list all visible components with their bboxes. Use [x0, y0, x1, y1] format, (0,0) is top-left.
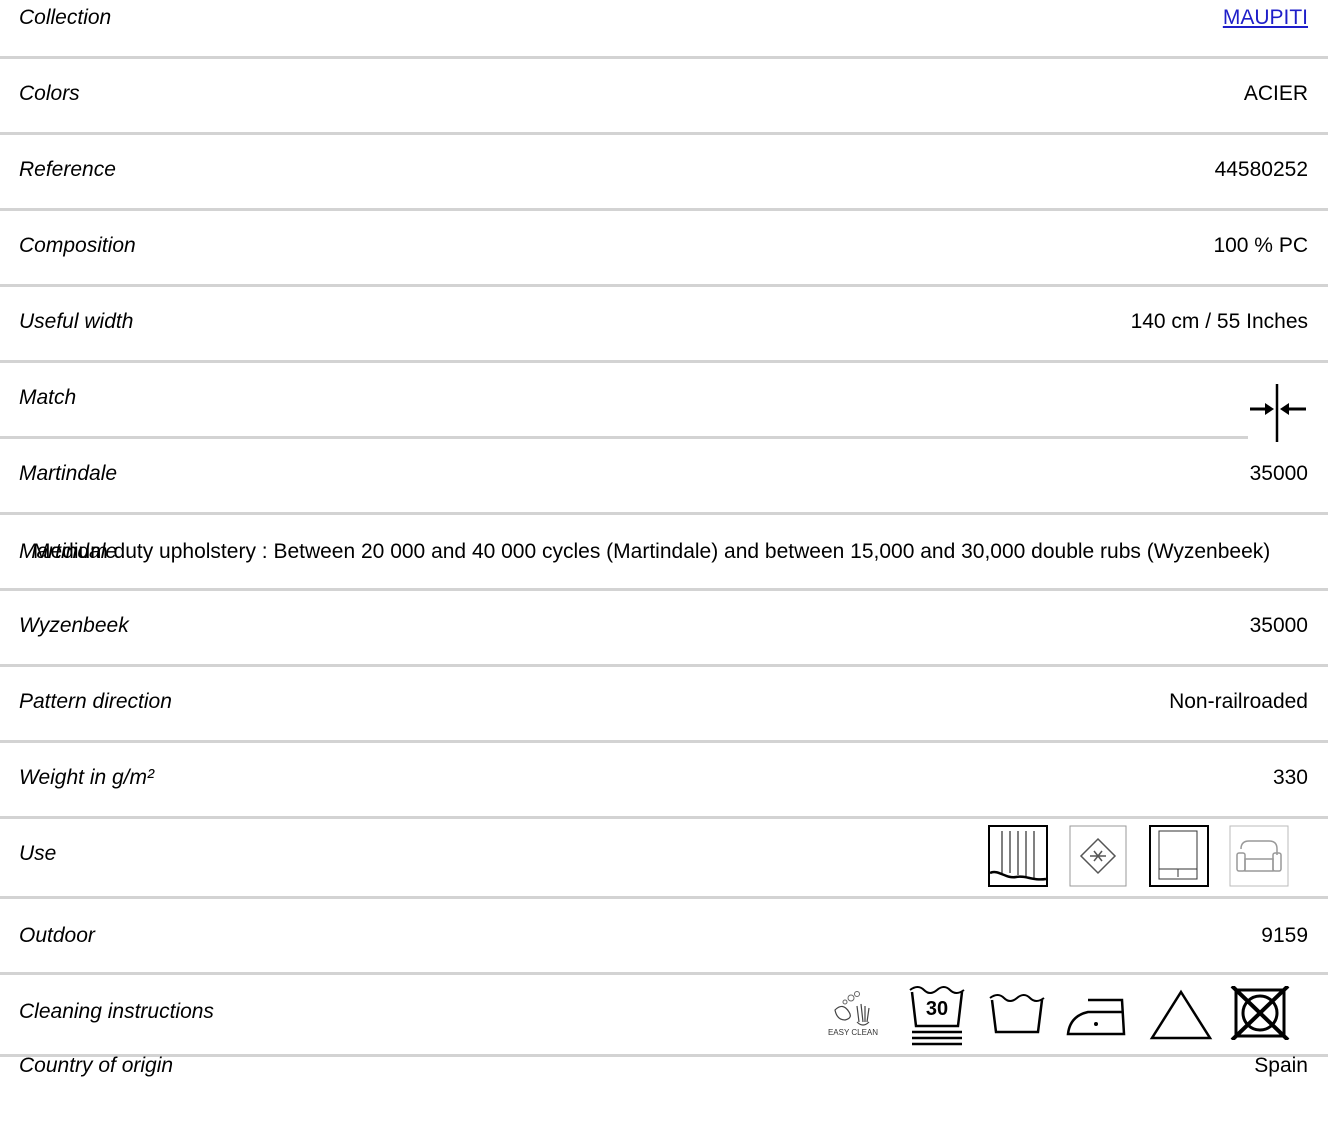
divider — [0, 436, 1248, 439]
spec-label: Composition — [19, 234, 136, 257]
spec-label: Pattern direction — [19, 690, 172, 713]
spec-row-use: Use — [0, 836, 1328, 912]
collection-link[interactable]: MAUPITI — [1223, 6, 1308, 29]
spec-row-martindale: Martindale 35000 — [0, 456, 1328, 532]
divider — [0, 740, 1328, 743]
spec-label: Colors — [19, 82, 80, 105]
iron-low-icon — [1066, 998, 1126, 1036]
spec-row-wyzenbeek: Wyzenbeek 35000 — [0, 608, 1328, 684]
spec-row-match: Match — [0, 380, 1328, 456]
wash-temp-label: 30 — [925, 998, 949, 1020]
spec-value: 9159 — [1261, 924, 1308, 947]
divider — [0, 132, 1328, 135]
divider — [0, 664, 1328, 667]
spec-row-weight: Weight in g/m² 330 — [0, 760, 1328, 836]
roller-blind-icon — [1149, 825, 1209, 887]
spec-label: Reference — [19, 158, 116, 181]
spec-value: 330 — [1272, 766, 1308, 789]
divider — [0, 512, 1328, 515]
spec-value: MAUPITI — [1223, 0, 1308, 36]
divider — [0, 360, 1328, 363]
divider — [0, 208, 1328, 211]
spec-value: 44580252 — [1214, 158, 1308, 181]
spec-label: Match — [19, 386, 77, 409]
straight-match-icon — [1250, 384, 1306, 442]
divider — [0, 56, 1328, 59]
wash-30-icon: 30 — [906, 984, 968, 1046]
divider — [0, 972, 1328, 975]
divider — [0, 896, 1328, 899]
spec-row-pattern-direction: Pattern direction Non-railroaded — [0, 684, 1328, 760]
easy-clean-label: EASY CLEAN — [827, 1028, 879, 1037]
spec-row-country: Country of origin Spain — [0, 1048, 1328, 1124]
spec-value: 100 % PC — [1213, 234, 1308, 257]
spec-label: Martindale — [19, 462, 118, 485]
spec-value: 35000 — [1249, 614, 1308, 637]
spec-label: Weight in g/m² — [19, 766, 154, 789]
curtain-icon — [988, 825, 1048, 887]
spec-row-reference: Reference 44580252 — [0, 152, 1328, 228]
spec-label: Wyzenbeek — [19, 614, 129, 637]
divider — [0, 284, 1328, 287]
bleach-allowed-icon — [1149, 989, 1213, 1040]
spec-row-collection: Collection MAUPITI — [0, 0, 1328, 76]
spec-row-outdoor: Outdoor 9159 — [0, 918, 1328, 994]
spec-label: Cleaning instructions — [19, 1000, 214, 1023]
divider — [0, 816, 1328, 819]
spec-label: Useful width — [19, 310, 134, 333]
spec-label: Collection — [19, 6, 112, 29]
no-tumble-dry-icon — [1230, 986, 1290, 1040]
spec-label: Country of origin — [19, 1054, 174, 1077]
spec-value: Non-railroaded — [1169, 690, 1308, 713]
spec-value: 35000 — [1249, 462, 1308, 485]
spec-row-colors: Colors ACIER — [0, 76, 1328, 152]
spec-row-composition: Composition 100 % PC — [0, 228, 1328, 304]
spec-label: Outdoor — [19, 924, 95, 947]
spec-label: Use — [19, 842, 57, 865]
martindale-note: Medium duty upholstery : Between 20 000 … — [33, 540, 1271, 563]
hand-wash-icon — [989, 994, 1045, 1034]
spec-row-useful-width: Useful width 140 cm / 55 Inches — [0, 304, 1328, 380]
spec-value: ACIER — [1243, 82, 1308, 105]
divider — [0, 588, 1328, 591]
armchair-icon — [1229, 825, 1289, 887]
spec-value: Spain — [1254, 1054, 1308, 1077]
fire-retardant-icon — [1069, 825, 1127, 887]
spec-value: 140 cm / 55 Inches — [1130, 310, 1308, 333]
easy-clean-icon: EASY CLEAN — [823, 988, 883, 1042]
